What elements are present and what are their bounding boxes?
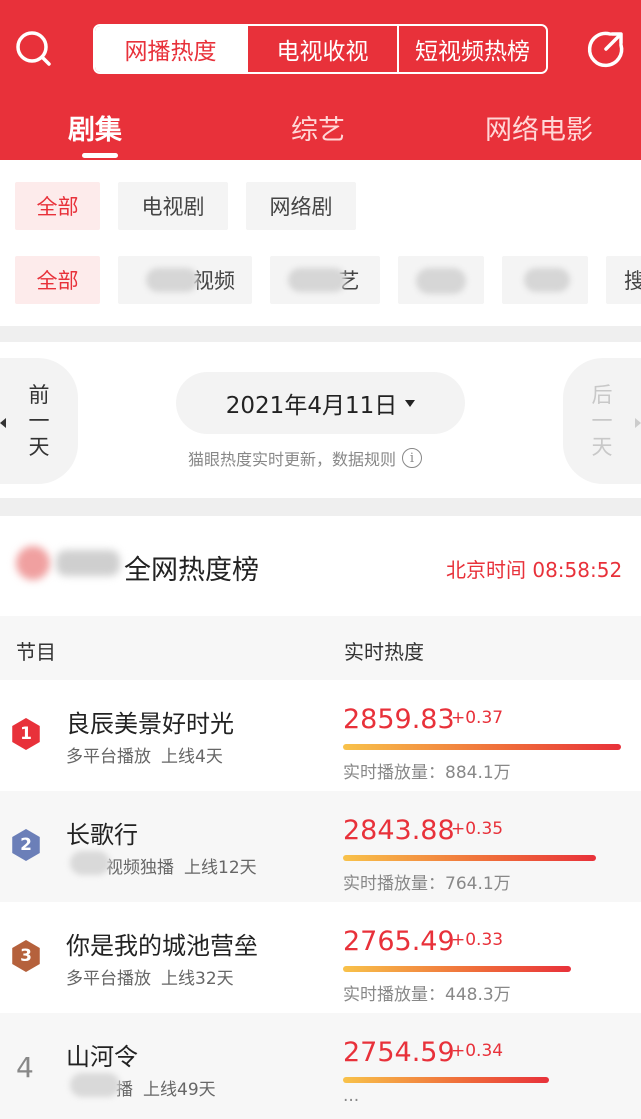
heat-value: 2765.49 [343, 926, 455, 957]
ranking-row[interactable]: 2 长歌行 视频独播 上线12天 2843.88 +0.35 实时播放量：764.… [0, 791, 641, 902]
beijing-time: 北京时间 08:58:52 [446, 558, 623, 582]
prev-day-label: 一 [28, 409, 50, 433]
filter-platform-2[interactable]: 艺 [270, 256, 380, 304]
heat-bar [343, 855, 596, 861]
show-title: 你是我的城池营垒 [66, 932, 258, 960]
prev-day-label: 前 [28, 383, 50, 407]
chevron-right-icon [635, 418, 641, 428]
show-title: 山河令 [66, 1043, 138, 1071]
blurred-platform [70, 1073, 120, 1097]
top-bar: 网播热度 电视收视 短视频热榜 [0, 0, 641, 96]
heat-delta: +0.37 [451, 708, 504, 728]
app-header: 网播热度 电视收视 短视频热榜 剧集 综艺 网络电影 [0, 0, 641, 160]
date-selector: 前 一 天 2021年4月11日 猫眼热度实时更新，数据规则 i 后 一 天 [0, 342, 641, 498]
blurred-logo [288, 268, 346, 292]
blurred-logo [16, 544, 124, 582]
play-count: 实时播放量：884.1万 [343, 763, 511, 783]
show-title: 长歌行 [66, 821, 138, 849]
tab-variety[interactable]: 综艺 [291, 108, 345, 147]
filter-type-tv[interactable]: 电视剧 [118, 182, 228, 230]
heat-value: 2859.83 [343, 704, 455, 735]
rank-number: 4 [16, 1051, 34, 1084]
ranking-row[interactable]: 3 你是我的城池营垒 多平台播放 上线32天 2765.49 +0.33 实时播放… [0, 902, 641, 1013]
show-meta: 多平台播放 上线4天 [66, 742, 223, 767]
ranking-row[interactable]: 4 山河令 播上线49天 2754.59 +0.34 ··· [0, 1013, 641, 1119]
column-header: 节目 实时热度 [0, 616, 641, 680]
column-heat: 实时热度 [344, 640, 424, 664]
show-days: 上线12天 [184, 858, 257, 878]
show-days: 上线32天 [161, 969, 234, 989]
caret-down-icon [405, 399, 416, 407]
next-day-label: 一 [591, 409, 613, 433]
segment-web-heat[interactable]: 网播热度 [95, 26, 246, 72]
ranking-header: 全网热度榜 北京时间 08:58:52 [0, 516, 641, 616]
segment-short-video[interactable]: 短视频热榜 [397, 26, 546, 72]
info-icon: i [402, 448, 423, 468]
ranking-row[interactable]: 1 良辰美景好时光 多平台播放 上线4天 2859.83 +0.37 实时播放量：… [0, 680, 641, 791]
filter-platform-5[interactable]: 搜 [606, 256, 641, 304]
tab-web-movie[interactable]: 网络电影 [485, 108, 593, 147]
active-tab-indicator [82, 153, 118, 158]
show-platform: 多平台播放 [66, 969, 151, 989]
play-count: ··· [343, 1091, 360, 1111]
category-tabs: 剧集 综艺 网络电影 [0, 100, 641, 160]
current-date: 2021年4月11日 [225, 393, 398, 419]
filter-panel: 全部 电视剧 网络剧 全部 视频 艺 搜 [0, 160, 641, 326]
tab-series[interactable]: 剧集 [68, 108, 122, 147]
heat-delta: +0.34 [451, 1041, 504, 1061]
next-day-label: 天 [591, 435, 613, 459]
data-rules-note[interactable]: 猫眼热度实时更新，数据规则 i [188, 446, 423, 470]
heat-bar [343, 966, 571, 972]
ranking-type-switch: 网播热度 电视收视 短视频热榜 [93, 24, 548, 74]
rank-badge: 2 [12, 829, 40, 861]
rank-badge: 1 [12, 718, 40, 750]
blurred-logo [416, 268, 466, 294]
column-program: 节目 [16, 640, 56, 664]
show-meta: 播上线49天 [66, 1073, 216, 1100]
heat-delta: +0.33 [451, 930, 504, 950]
show-days: 上线4天 [161, 747, 223, 767]
show-meta: 视频独播 上线12天 [66, 851, 257, 878]
filter-platform-4[interactable] [502, 256, 588, 304]
heat-bar [343, 1077, 549, 1083]
show-days: 上线49天 [143, 1080, 216, 1100]
blurred-platform [70, 851, 110, 875]
filter-platform-1[interactable]: 视频 [118, 256, 252, 304]
data-rules-text: 猫眼热度实时更新，数据规则 [188, 450, 397, 469]
heat-value: 2754.59 [343, 1037, 455, 1068]
platform-label: 视频 [193, 269, 235, 293]
show-title: 良辰美景好时光 [66, 710, 234, 738]
filter-type-web[interactable]: 网络剧 [246, 182, 356, 230]
prev-day-button[interactable]: 前 一 天 [0, 358, 78, 484]
show-platform: 多平台播放 [66, 747, 151, 767]
rank-badge: 3 [12, 940, 40, 972]
search-icon[interactable] [14, 29, 54, 69]
date-picker[interactable]: 2021年4月11日 [176, 372, 465, 434]
next-day-label: 后 [591, 383, 613, 407]
blurred-logo [524, 268, 570, 292]
heat-bar [343, 744, 621, 750]
heat-value: 2843.88 [343, 815, 455, 846]
segment-tv-ratings[interactable]: 电视收视 [246, 26, 397, 72]
chevron-left-icon [0, 418, 6, 428]
play-count: 实时播放量：448.3万 [343, 985, 511, 1005]
prev-day-label: 天 [28, 435, 50, 459]
next-day-button[interactable]: 后 一 天 [563, 358, 641, 484]
filter-platform-3[interactable] [398, 256, 484, 304]
filter-platform-all[interactable]: 全部 [15, 256, 100, 304]
ranking-title: 全网热度榜 [124, 555, 259, 586]
show-meta: 多平台播放 上线32天 [66, 964, 234, 989]
ranking-panel: 全网热度榜 北京时间 08:58:52 节目 实时热度 1 良辰美景好时光 多平… [0, 516, 641, 1119]
blurred-logo [146, 268, 198, 292]
play-count: 实时播放量：764.1万 [343, 874, 511, 894]
heat-delta: +0.35 [451, 819, 504, 839]
share-icon[interactable] [586, 29, 626, 69]
filter-type-all[interactable]: 全部 [15, 182, 100, 230]
